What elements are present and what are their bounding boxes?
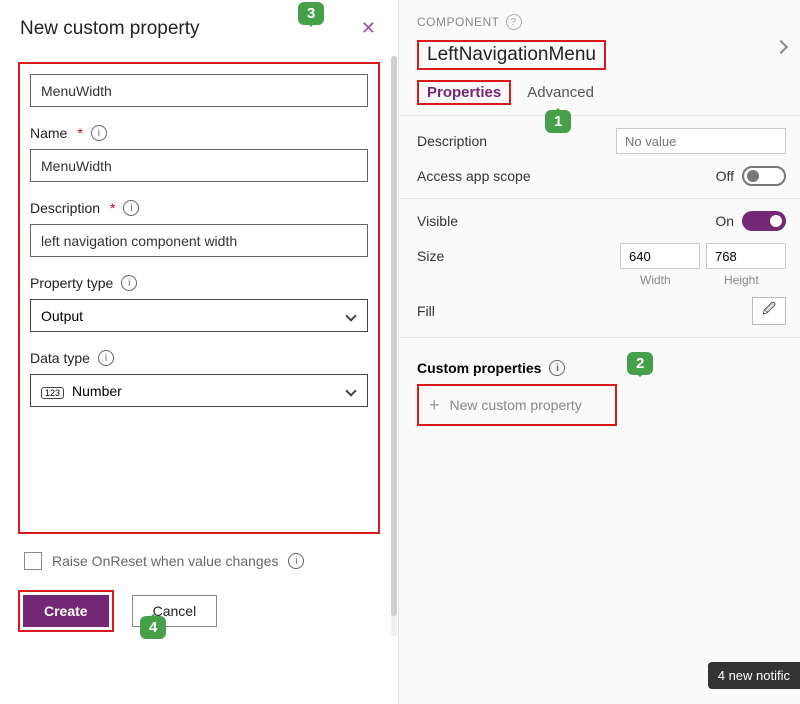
row-size: Size Width Height xyxy=(417,243,786,269)
divider xyxy=(399,115,800,116)
width-input[interactable] xyxy=(620,243,700,269)
onreset-checkbox[interactable] xyxy=(24,552,42,570)
new-property-pane: New custom property ✕ 3 Name * i Descript… xyxy=(0,0,399,704)
chevron-down-icon xyxy=(345,310,356,321)
info-icon[interactable]: i xyxy=(549,360,565,376)
fill-picker[interactable]: 🖉 xyxy=(752,297,786,325)
onreset-row: Raise OnReset when value changes i xyxy=(24,552,380,570)
description-label-text: Description xyxy=(30,200,100,216)
name-input[interactable] xyxy=(30,149,368,182)
custom-properties-heading-text: Custom properties xyxy=(417,360,541,376)
notification-toast[interactable]: 4 new notific xyxy=(708,662,800,689)
callout-1: 1 xyxy=(545,110,571,133)
chevron-right-icon[interactable] xyxy=(774,40,788,54)
display-name-input[interactable] xyxy=(30,74,368,107)
divider xyxy=(399,337,800,338)
new-custom-property-button[interactable]: + New custom property xyxy=(417,384,617,426)
component-props-pane: COMPONENT ? LeftNavigationMenu Propertie… xyxy=(399,0,800,704)
component-name[interactable]: LeftNavigationMenu xyxy=(417,40,606,70)
height-input[interactable] xyxy=(706,243,786,269)
fill-label: Fill xyxy=(417,303,435,319)
description-input[interactable] xyxy=(30,224,368,257)
callout-3: 3 xyxy=(298,2,324,25)
tabs: Properties Advanced 1 xyxy=(417,80,786,105)
custom-properties-heading: Custom properties i xyxy=(417,360,786,376)
row-visible: Visible On xyxy=(417,211,786,231)
component-heading-text: COMPONENT xyxy=(417,15,500,29)
button-row: Create Cancel xyxy=(18,590,380,632)
visible-toggle[interactable] xyxy=(742,211,786,231)
chevron-down-icon xyxy=(345,385,356,396)
info-icon[interactable]: i xyxy=(98,350,114,366)
info-icon[interactable]: i xyxy=(288,553,304,569)
property-type-label: Property type i xyxy=(30,275,368,291)
property-type-value: Output xyxy=(41,308,83,324)
component-description-input[interactable] xyxy=(616,128,786,154)
info-icon[interactable]: i xyxy=(121,275,137,291)
height-caption: Height xyxy=(724,273,759,287)
required-star: * xyxy=(77,125,82,141)
visible-label: Visible xyxy=(417,213,458,229)
access-scope-toggle[interactable] xyxy=(742,166,786,186)
data-type-select[interactable]: 123 Number xyxy=(30,374,368,407)
width-caption: Width xyxy=(640,273,671,287)
tab-advanced[interactable]: Advanced xyxy=(527,84,594,101)
pane-title: New custom property xyxy=(20,18,380,40)
data-type-value: Number xyxy=(72,383,122,399)
row-fill: Fill 🖉 xyxy=(417,297,786,325)
close-icon[interactable]: ✕ xyxy=(361,18,376,39)
description-label: Description * i xyxy=(30,200,368,216)
visible-state: On xyxy=(715,213,734,229)
access-scope-label: Access app scope xyxy=(417,168,531,184)
data-type-label: Data type i xyxy=(30,350,368,366)
info-icon[interactable]: i xyxy=(123,200,139,216)
component-heading: COMPONENT ? xyxy=(417,14,786,30)
name-label: Name * i xyxy=(30,125,368,141)
callout-2: 2 xyxy=(627,352,653,375)
name-label-text: Name xyxy=(30,125,67,141)
row-description: Description xyxy=(417,128,786,154)
access-scope-state: Off xyxy=(716,168,734,184)
scrollbar-thumb[interactable] xyxy=(391,56,397,616)
size-label: Size xyxy=(417,248,444,264)
new-custom-property-label: New custom property xyxy=(450,397,582,413)
property-type-label-text: Property type xyxy=(30,275,113,291)
row-access-scope: Access app scope Off xyxy=(417,166,786,186)
onreset-label: Raise OnReset when value changes xyxy=(52,553,278,569)
description-label: Description xyxy=(417,133,487,149)
fill-icon: 🖉 xyxy=(762,300,776,322)
data-type-label-text: Data type xyxy=(30,350,90,366)
callout-4: 4 xyxy=(140,616,166,639)
info-icon[interactable]: i xyxy=(91,125,107,141)
property-type-select[interactable]: Output xyxy=(30,299,368,332)
divider xyxy=(399,198,800,199)
plus-icon: + xyxy=(429,396,440,414)
help-icon[interactable]: ? xyxy=(506,14,522,30)
tab-properties[interactable]: Properties xyxy=(417,80,511,105)
create-highlight: Create xyxy=(18,590,114,632)
create-button[interactable]: Create xyxy=(23,595,109,627)
required-star: * xyxy=(110,200,115,216)
form-highlight: Name * i Description * i Property type i O… xyxy=(18,62,380,534)
number-type-icon: 123 xyxy=(41,387,64,399)
